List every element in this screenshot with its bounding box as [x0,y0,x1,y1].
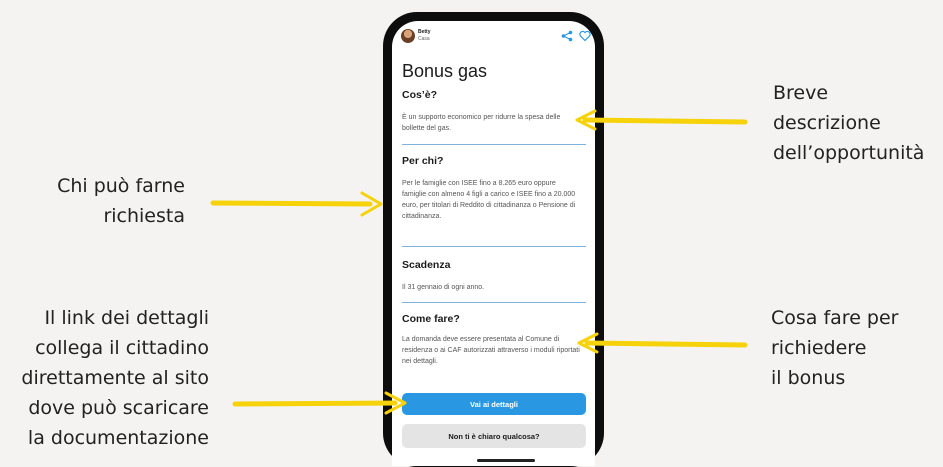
annotation-arrows [210,109,748,415]
arrow-descrizione [575,109,748,131]
arrow-per-chi [210,191,383,217]
arrow-link [232,391,407,415]
arrow-come-fare [577,332,748,354]
